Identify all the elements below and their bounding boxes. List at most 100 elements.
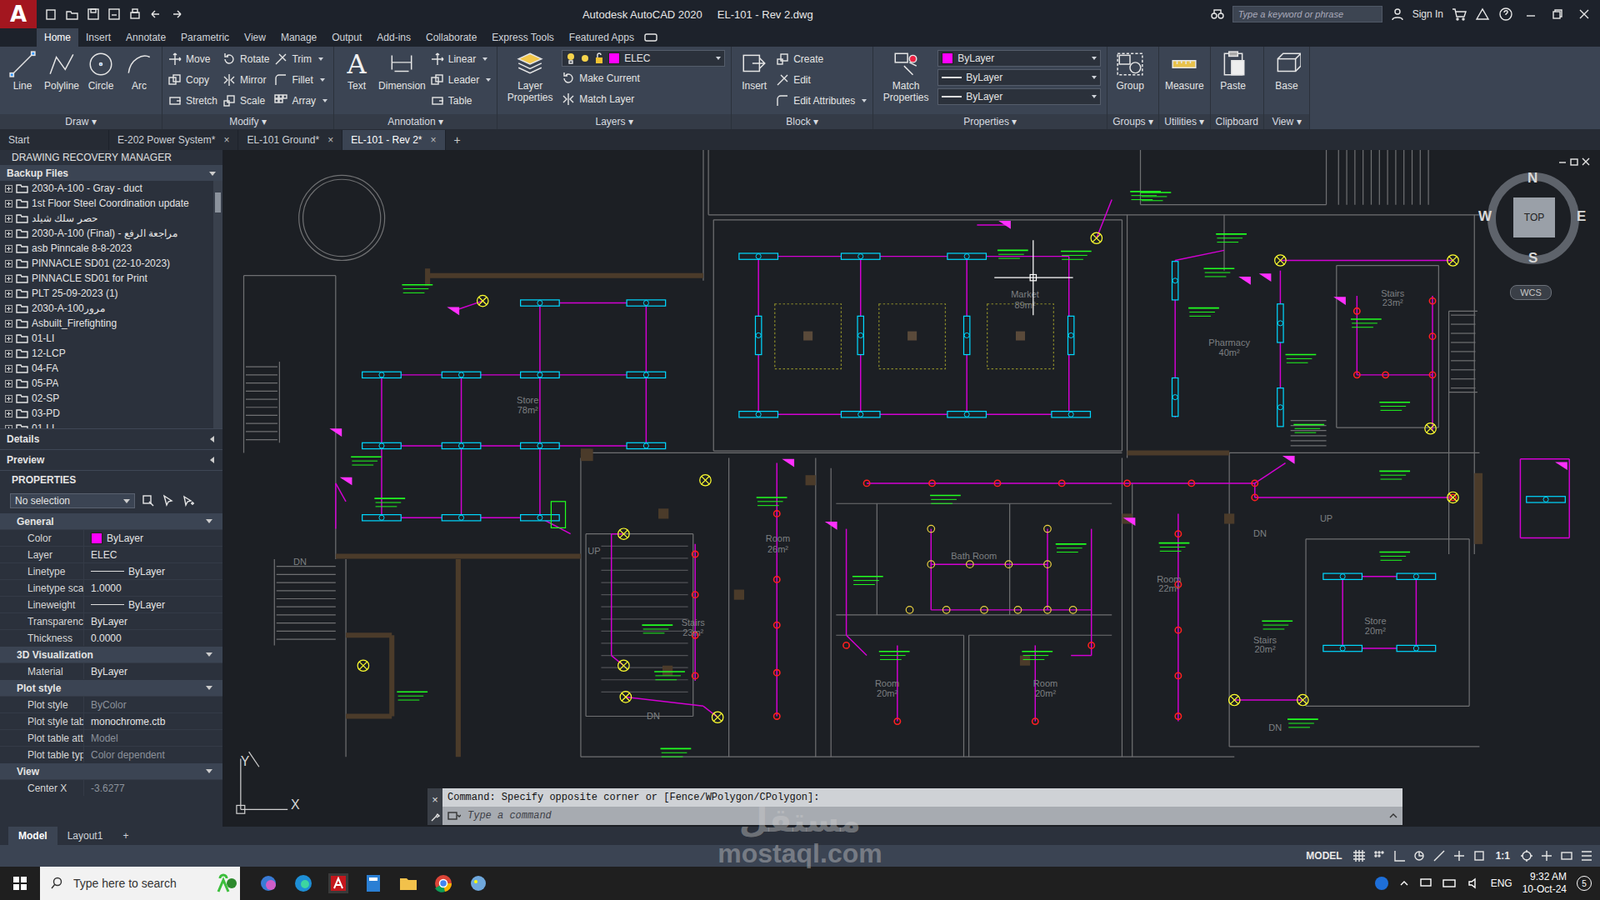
expand-box[interactable] [5,425,13,430]
ribbon-tab[interactable]: Manage [273,28,325,47]
property-row[interactable]: ColorByLayer [0,529,223,546]
ribbon-tool[interactable]: Array [274,91,328,110]
ribbon-tool[interactable]: Measure [1165,50,1205,92]
viewcube[interactable]: TOPNSEWWCS [1478,170,1589,312]
expand-box[interactable] [5,230,13,238]
property-value[interactable]: -3.6277 [83,780,223,796]
ribbon-tool[interactable]: Create [775,50,867,69]
property-group[interactable]: Plot style [0,679,223,696]
backup-file[interactable]: 02-SP [0,390,223,406]
notification-badge[interactable]: 5 [1576,875,1592,891]
property-group[interactable]: View [0,762,223,780]
panel-title[interactable]: Draw ▾ [0,114,162,130]
dropdown[interactable]: ByLayer [937,88,1101,105]
model-space-toggle[interactable]: MODEL [1302,850,1345,862]
ribbon-tool[interactable]: Mirror [222,70,270,90]
ribbon-tab[interactable]: Output [324,28,370,47]
property-row[interactable]: MaterialByLayer [0,662,223,680]
backup-file[interactable]: asb Pinncale 8-8-2023 [0,240,223,256]
panel-title[interactable]: Block ▾ [731,114,873,130]
backup-file[interactable]: PLT 25-09-2023 (1) [0,285,223,301]
backup-files-header[interactable]: Backup Files [0,165,223,181]
ribbon-tool[interactable]: Stretch [168,91,218,110]
property-row[interactable]: Plot style tablemonochrome.ctb [0,712,223,730]
ribbon-tool[interactable]: Make Current [561,69,725,88]
ribbon-tool[interactable]: Match Layer [561,90,725,109]
ribbon-tool[interactable]: Scale [222,91,270,110]
file-tab[interactable]: E-202 Power System*× [109,130,239,150]
taskbar-search-input[interactable] [71,875,200,891]
dropdown[interactable]: ELEC [561,50,725,67]
viewcube-face[interactable]: TOP [1513,197,1555,238]
backup-file[interactable]: 2030-A-مرور100 [0,300,223,316]
drawing-canvas[interactable]: Store78m²Market89m²Pharmacy40m²Stairs23m… [223,150,1600,827]
property-value[interactable]: 0.0000 [83,630,223,646]
property-group[interactable]: 3D Visualization [0,645,223,663]
property-row[interactable]: LinetypeByLayer [0,562,223,580]
panel-title[interactable]: View ▾ [1264,114,1310,130]
backup-file[interactable]: 2030-A-100 (Final) - مراجعة الرفع [0,225,223,241]
ribbon-tab[interactable]: Home [36,28,79,47]
close-tab-button[interactable]: × [327,134,334,146]
file-tab[interactable]: EL-101 - Rev 2*× [342,130,445,150]
ribbon-tool[interactable]: Match Properties [879,50,933,104]
property-row[interactable]: Thickness0.0000 [0,629,223,646]
ribbon-tool[interactable]: Layer Properties [503,50,557,104]
ribbon-tool[interactable]: Group [1113,50,1147,92]
compass-e[interactable]: E [1576,208,1586,225]
scrollbar[interactable] [213,180,223,429]
clock[interactable]: 9:32 AM10-Oct-24 [1522,870,1567,896]
property-value[interactable]: ByLayer [83,530,223,546]
new-tab-button[interactable]: + [445,130,470,150]
expand-box[interactable] [5,200,13,208]
ribbon-tool[interactable]: Trim [274,50,328,69]
floor-plan[interactable]: Store78m²Market89m²Pharmacy40m²Stairs23m… [223,150,1600,827]
ribbon-tool[interactable]: Linear [430,50,491,69]
compass-n[interactable]: N [1527,170,1538,187]
property-value[interactable]: 1.0000 [83,580,223,596]
ribbon-tool[interactable]: Table [430,91,491,110]
selection-dropdown[interactable]: No selection [10,493,135,509]
expand-box[interactable] [5,245,13,253]
ribbon-tool[interactable]: Fillet [274,70,328,90]
backup-file[interactable]: PINNACLE SD01 for Print [0,270,223,286]
expand-box[interactable] [5,185,13,193]
compass-w[interactable]: W [1478,208,1492,225]
panel-title[interactable]: Properties ▾ [873,114,1107,130]
backup-file[interactable]: حصر سلك شيلد [0,210,223,226]
expand-box[interactable] [5,365,13,373]
property-row[interactable]: Linetype scale1.0000 [0,579,223,596]
ribbon-tab[interactable]: Annotate [118,28,174,47]
close-tab-button[interactable]: × [223,134,230,146]
property-row[interactable]: Plot table typeColor dependent [0,745,223,763]
ribbon-tab[interactable]: Insert [78,28,119,47]
expand-box[interactable] [5,410,13,418]
expand-box[interactable] [5,275,13,283]
annotation-scale[interactable]: 1:1 [1492,850,1514,862]
ribbon-tab[interactable]: Express Tools [484,28,561,47]
collapsed-section[interactable]: Details [0,428,223,450]
ribbon-tool[interactable]: Edit Attributes [775,91,867,110]
layout-tab[interactable]: Model [8,826,58,845]
input-language[interactable]: ENG [1490,877,1513,890]
ribbon-tab[interactable]: View [236,28,274,47]
ribbon-tool[interactable]: Circle [84,50,118,92]
command-input[interactable] [465,809,1385,823]
panel-title[interactable]: Modify ▾ [162,114,334,130]
backup-file[interactable]: PINNACLE SD01 (22-10-2023) [0,255,223,271]
expand-box[interactable] [5,350,13,358]
property-row[interactable]: Plot styleByColor [0,695,223,713]
property-value[interactable]: ELEC [83,546,223,563]
ribbon-tool[interactable]: Rotate [222,50,270,69]
dropdown[interactable]: ByLayer [937,50,1101,67]
expand-box[interactable] [5,290,13,298]
panel-title[interactable]: Utilities ▾ [1159,114,1210,130]
property-row[interactable]: LayerELEC [0,545,223,563]
ribbon-tool[interactable]: Copy [168,70,218,90]
sign-in-link[interactable]: Sign In [1412,8,1444,20]
ribbon-tool[interactable]: Polyline [44,50,80,92]
expand-box[interactable] [5,380,13,388]
backup-file[interactable]: 03-PD [0,405,223,421]
help-search[interactable] [1232,5,1383,23]
backup-file[interactable]: 01-LI [0,330,223,346]
